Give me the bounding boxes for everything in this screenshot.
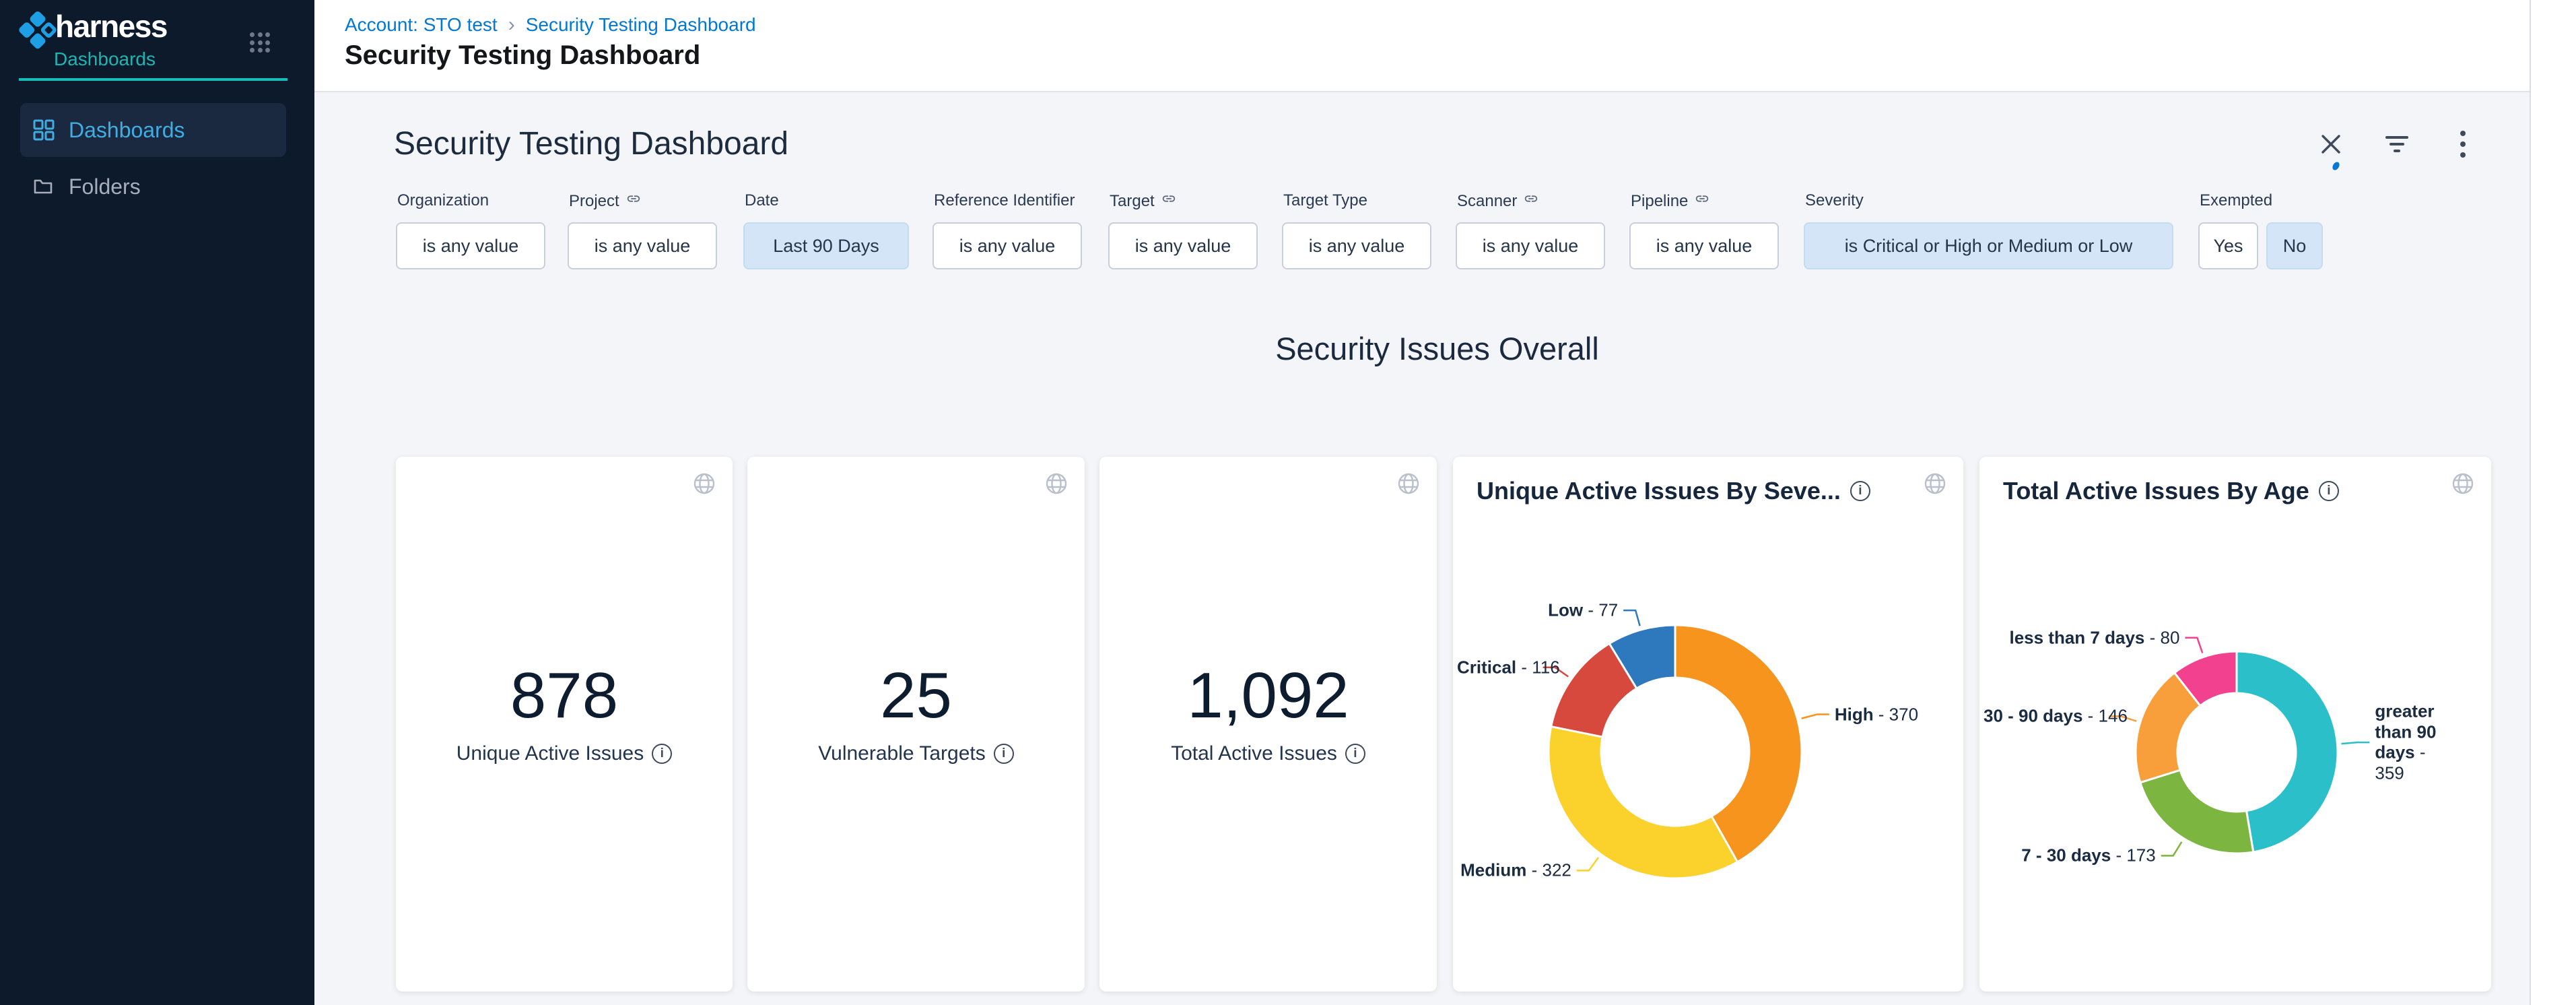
page-header: Account: STO test › Security Testing Das… (314, 0, 2576, 92)
info-icon[interactable]: i (994, 744, 1014, 764)
donut-label-high: High - 370 (1835, 704, 1918, 725)
app-root: harness Dashboards Dashboards (0, 0, 2576, 1005)
sidebar-item-folders[interactable]: Folders (20, 160, 286, 214)
filter-value-target[interactable]: is any value (1108, 222, 1258, 269)
folder-icon (33, 176, 55, 197)
chart-title: Unique Active Issues By Seve... (1477, 477, 1841, 505)
link-icon (1161, 191, 1176, 211)
breadcrumb-separator: › (508, 13, 515, 36)
chart-title: Total Active Issues By Age (2003, 477, 2309, 505)
tile-unique-active-issues-by-severity: Unique Active Issues By Seve... i High -… (1453, 457, 1963, 992)
filter-label-reference-identifier: Reference Identifier (934, 191, 1075, 210)
breadcrumb-account-link[interactable]: Account: STO test (345, 14, 498, 36)
filter-label-project: Project (569, 191, 641, 211)
donut-label-30-90-days: 30 - 90 days - 146 (1984, 706, 2128, 727)
tile-unique-active-issues: 878 Unique Active Issues i (396, 457, 733, 992)
app-launcher-grid-icon[interactable] (250, 32, 273, 55)
filter-option-yes[interactable]: Yes (2198, 222, 2258, 269)
tile-total-active-issues: 1,092 Total Active Issues i (1099, 457, 1437, 992)
breadcrumb-page-link[interactable]: Security Testing Dashboard (526, 14, 756, 36)
info-icon[interactable]: i (1345, 744, 1365, 764)
filter-label-date: Date (745, 191, 779, 210)
kebab-menu-icon[interactable] (2448, 129, 2478, 159)
globe-icon[interactable] (1044, 472, 1069, 496)
filter-label-severity: Severity (1805, 191, 1864, 210)
filter-value-organization[interactable]: is any value (396, 222, 545, 269)
section-title: Security Issues Overall (345, 330, 2530, 367)
metric-label: Total Active Issues (1171, 742, 1337, 765)
globe-icon[interactable] (1396, 472, 1421, 496)
breadcrumb: Account: STO test › Security Testing Das… (345, 13, 756, 36)
metric-value: 1,092 (1099, 659, 1437, 733)
filter-value-pipeline[interactable]: is any value (1629, 222, 1779, 269)
vertical-scrollbar[interactable] (2530, 0, 2576, 1005)
filter-icon[interactable] (2382, 129, 2412, 159)
filter-value-project[interactable]: is any value (568, 222, 717, 269)
filter-value-scanner[interactable]: is any value (1456, 222, 1605, 269)
filter-value-target-type[interactable]: is any value (1282, 222, 1431, 269)
donut-slice-medium (1549, 727, 1738, 878)
metric-label-row: Vulnerable Targets i (747, 742, 1085, 765)
sidebar: harness Dashboards Dashboards (0, 0, 314, 1005)
filter-label-target-type: Target Type (1283, 191, 1367, 210)
cursor-artifact (2332, 161, 2340, 171)
page-title: Security Testing Dashboard (345, 40, 700, 71)
dashboard-heading: Security Testing Dashboard (394, 125, 788, 162)
harness-logo-text: harness (55, 8, 167, 44)
dashboards-grid-icon (33, 119, 55, 141)
donut-slice-7-30-days (2140, 770, 2253, 853)
metric-label: Vulnerable Targets (818, 742, 986, 765)
close-icon[interactable] (2316, 129, 2346, 159)
link-icon (1524, 191, 1538, 211)
donut-label-medium: Medium - 322 (1460, 860, 1571, 881)
dashboard-toolbar (2316, 129, 2478, 159)
donut-slice-greater-than-90-days (2237, 651, 2338, 852)
globe-icon[interactable] (692, 472, 716, 496)
filter-value-date[interactable]: Last 90 Days (743, 222, 909, 269)
sidebar-item-dashboards[interactable]: Dashboards (20, 103, 286, 157)
sidebar-divider (19, 78, 287, 81)
tile-vulnerable-targets: 25 Vulnerable Targets i (747, 457, 1085, 992)
filter-option-no[interactable]: No (2266, 222, 2323, 269)
filter-label-exempted: Exempted (2200, 191, 2272, 210)
donut-label-greater-than-90-days: greater than 90 days - 359 (2375, 701, 2445, 784)
metric-label-row: Total Active Issues i (1099, 742, 1437, 765)
donut-label-7-30-days: 7 - 30 days - 173 (2021, 845, 2155, 866)
module-label: Dashboards (54, 48, 156, 70)
sidebar-item-label: Folders (69, 174, 141, 199)
filter-label-target: Target (1110, 191, 1176, 211)
link-icon (1695, 191, 1709, 211)
filter-value-reference-identifier[interactable]: is any value (933, 222, 1082, 269)
info-icon[interactable]: i (652, 744, 672, 764)
donut-label-less-than-7-days: less than 7 days - 80 (2009, 627, 2179, 648)
metric-value: 878 (396, 659, 733, 733)
tile-total-active-issues-by-age: Total Active Issues By Age i greater tha… (1979, 457, 2491, 992)
harness-logo-icon (17, 10, 59, 52)
metric-label-row: Unique Active Issues i (396, 742, 733, 765)
filter-value-severity[interactable]: is Critical or High or Medium or Low (1804, 222, 2173, 269)
link-icon (626, 191, 641, 211)
donut-label-critical: Critical - 116 (1457, 657, 1560, 678)
sidebar-item-label: Dashboards (69, 118, 185, 143)
info-icon[interactable]: i (2319, 481, 2339, 501)
filter-label-organization: Organization (397, 191, 489, 210)
filter-label-pipeline: Pipeline (1631, 191, 1709, 211)
info-icon[interactable]: i (1850, 481, 1870, 501)
donut-label-low: Low - 77 (1548, 600, 1618, 621)
metric-value: 25 (747, 659, 1085, 733)
filter-label-scanner: Scanner (1457, 191, 1538, 211)
metric-label: Unique Active Issues (456, 742, 644, 765)
